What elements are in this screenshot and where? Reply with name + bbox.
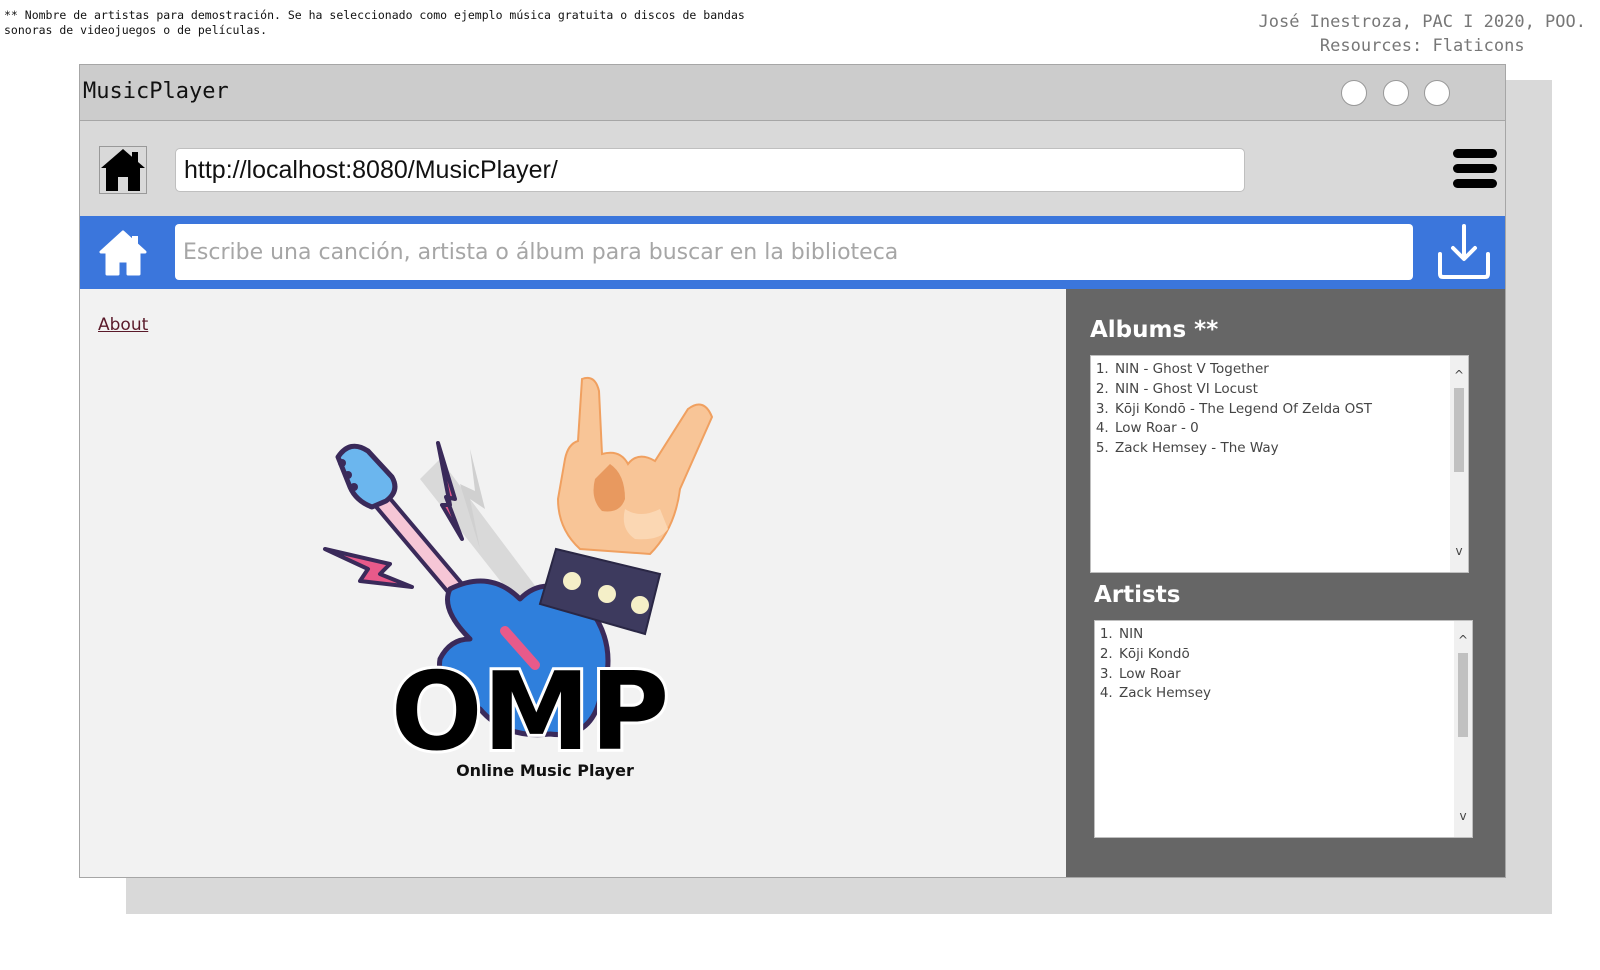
close-button[interactable]: [1424, 80, 1450, 106]
album-item[interactable]: NIN - Ghost V Together: [1113, 360, 1468, 380]
artist-item[interactable]: NIN: [1117, 625, 1472, 645]
logo-subtitle: Online Music Player: [456, 761, 634, 780]
browser-nav-bar: [80, 121, 1505, 216]
omp-logo: OMP Online Music Player: [323, 376, 714, 780]
artists-list[interactable]: NIN Kōji Kondō Low Roar Zack Hemsey ^ v: [1094, 620, 1473, 838]
browser-home-icon[interactable]: [99, 146, 147, 194]
hamburger-menu-icon[interactable]: [1451, 145, 1499, 193]
lightning-bolt-icon: [323, 547, 414, 589]
albums-list[interactable]: NIN - Ghost V Together NIN - Ghost VI Lo…: [1090, 355, 1469, 573]
main-content: About OMP Online Music Player: [80, 289, 1066, 877]
demo-artists-footnote: ** Nombre de artistas para demostración.…: [4, 8, 745, 37]
artists-scrollbar[interactable]: ^ v: [1454, 621, 1472, 837]
artist-item[interactable]: Low Roar: [1117, 665, 1472, 685]
artists-title: Artists: [1094, 582, 1181, 608]
scroll-thumb[interactable]: [1454, 388, 1464, 472]
credits-author: José Inestroza, PAC I 2020, POO.: [1258, 12, 1586, 32]
title-bar: MusicPlayer: [80, 65, 1505, 121]
credits-resources: Resources: Flaticons: [1319, 36, 1525, 56]
maximize-button[interactable]: [1383, 80, 1409, 106]
search-input[interactable]: [175, 224, 1413, 280]
scroll-up-icon[interactable]: ^: [1450, 366, 1468, 384]
artist-item[interactable]: Kōji Kondō: [1117, 645, 1472, 665]
about-link[interactable]: About: [98, 315, 148, 335]
album-item[interactable]: NIN - Ghost VI Locust: [1113, 380, 1468, 400]
artist-item[interactable]: Zack Hemsey: [1117, 684, 1472, 704]
album-item[interactable]: Low Roar - 0: [1113, 419, 1468, 439]
logo-omp-text: OMP: [391, 650, 669, 775]
credits: José Inestroza, PAC I 2020, POO. Resourc…: [1258, 10, 1586, 58]
scroll-down-icon[interactable]: v: [1450, 542, 1468, 560]
artists-items: NIN Kōji Kondō Low Roar Zack Hemsey: [1095, 621, 1472, 704]
albums-title: Albums **: [1090, 317, 1219, 343]
download-icon[interactable]: [1435, 222, 1493, 282]
scroll-up-icon[interactable]: ^: [1454, 631, 1472, 649]
albums-items: NIN - Ghost V Together NIN - Ghost VI Lo…: [1091, 356, 1468, 459]
app-home-icon[interactable]: [98, 228, 148, 278]
scroll-down-icon[interactable]: v: [1454, 807, 1472, 825]
minimize-button[interactable]: [1341, 80, 1367, 106]
album-item[interactable]: Kōji Kondō - The Legend Of Zelda OST: [1113, 400, 1468, 420]
library-sidebar: Albums ** NIN - Ghost V Together NIN - G…: [1066, 289, 1505, 877]
scroll-thumb[interactable]: [1458, 653, 1468, 737]
album-item[interactable]: Zack Hemsey - The Way: [1113, 439, 1468, 459]
browser-window: MusicPlayer About: [79, 64, 1506, 878]
url-input[interactable]: [175, 148, 1245, 192]
search-bar: [80, 216, 1505, 289]
albums-scrollbar[interactable]: ^ v: [1450, 356, 1468, 572]
app-title: MusicPlayer: [83, 79, 229, 104]
